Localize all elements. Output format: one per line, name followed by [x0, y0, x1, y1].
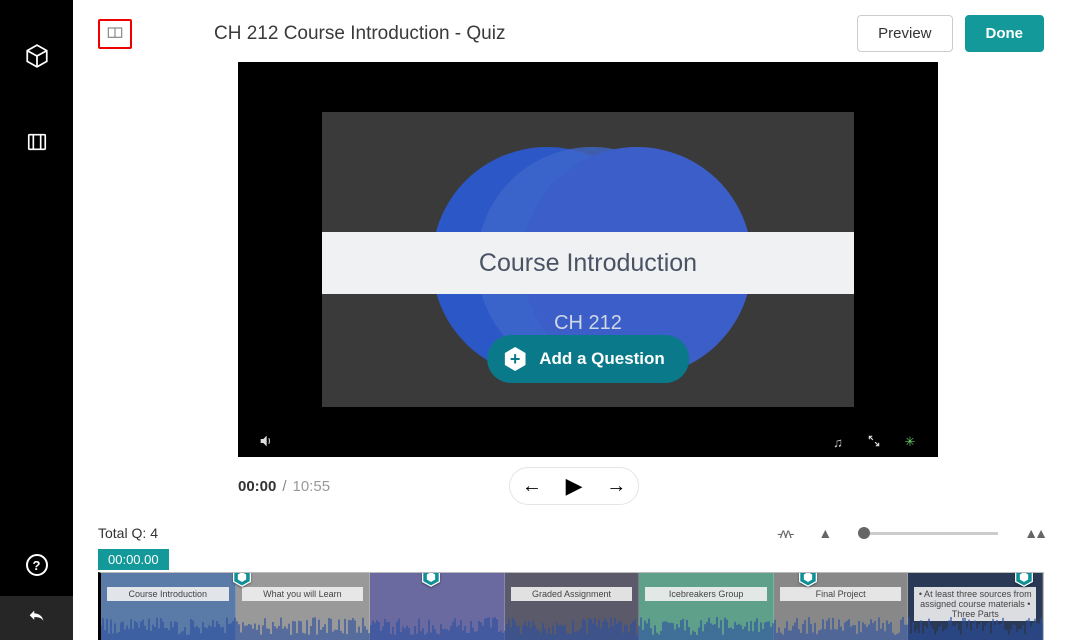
add-question-button[interactable]: + Add a Question	[487, 335, 689, 383]
zoom-out-icon[interactable]: ▲	[818, 525, 832, 541]
thumb-caption: Graded Assignment	[511, 587, 633, 601]
question-marker[interactable]	[1014, 572, 1034, 587]
filmstrip[interactable]: Course Introduction What you will Learn Gr…	[98, 572, 1044, 640]
page-title: CH 212 Course Introduction - Quiz	[214, 23, 835, 45]
plus-icon: +	[503, 347, 527, 371]
question-marker[interactable]	[798, 572, 818, 587]
zoom-slider[interactable]	[858, 532, 998, 535]
timeline-thumb[interactable]: Graded Assignment	[505, 573, 640, 640]
timeline-thumb[interactable]: Final Project	[774, 573, 909, 640]
thumb-caption: Final Project	[780, 587, 902, 601]
question-marker[interactable]	[421, 572, 441, 587]
add-question-label: Add a Question	[539, 349, 665, 369]
sparkle-icon[interactable]: ✳	[900, 434, 920, 450]
timeline-thumb[interactable]: Icebreakers Group	[639, 573, 774, 640]
slide-heading: Course Introduction	[322, 232, 854, 294]
playback-time: 00:00/10:55	[238, 478, 330, 495]
cube-icon[interactable]	[23, 42, 51, 70]
timeline-thumb[interactable]: What you will Learn	[236, 573, 371, 640]
filmstrip-icon[interactable]	[23, 128, 51, 156]
question-marker[interactable]	[232, 572, 252, 587]
done-button[interactable]: Done	[965, 15, 1045, 52]
video-player[interactable]: Course Introduction CH 212 + Add a Quest…	[238, 62, 938, 457]
thumb-caption: Icebreakers Group	[645, 587, 767, 601]
preview-button[interactable]: Preview	[857, 15, 952, 52]
zoom-in-icon[interactable]: ▲▲	[1024, 525, 1044, 541]
thumb-caption: What you will Learn	[242, 587, 364, 601]
slide-subheading: CH 212	[322, 312, 854, 335]
play-icon[interactable]: ▶	[566, 473, 583, 499]
sidebar: ?	[0, 0, 73, 640]
prev-icon[interactable]: ←	[522, 475, 542, 498]
thumb-caption: Course Introduction	[107, 587, 229, 601]
thumb-caption: • At least three sources from assigned c…	[914, 587, 1036, 621]
next-icon[interactable]: →	[606, 475, 626, 498]
help-icon[interactable]: ?	[26, 554, 48, 576]
total-q-label: Total Q: 4	[98, 525, 158, 541]
timeline-thumb[interactable]: Course Introduction	[101, 573, 236, 640]
step-controls: ← ▶ →	[509, 467, 639, 505]
timecode-badge[interactable]: 00:00.00	[98, 549, 169, 570]
music-icon[interactable]: ♫	[828, 435, 848, 450]
volume-icon[interactable]	[256, 433, 276, 452]
undo-button[interactable]	[0, 596, 73, 640]
waveform-icon[interactable]: -ʌʌ-	[777, 525, 792, 541]
fullscreen-icon[interactable]	[864, 434, 884, 451]
player-controls: ♫ ✳	[238, 427, 938, 457]
page-icon[interactable]	[98, 19, 132, 49]
